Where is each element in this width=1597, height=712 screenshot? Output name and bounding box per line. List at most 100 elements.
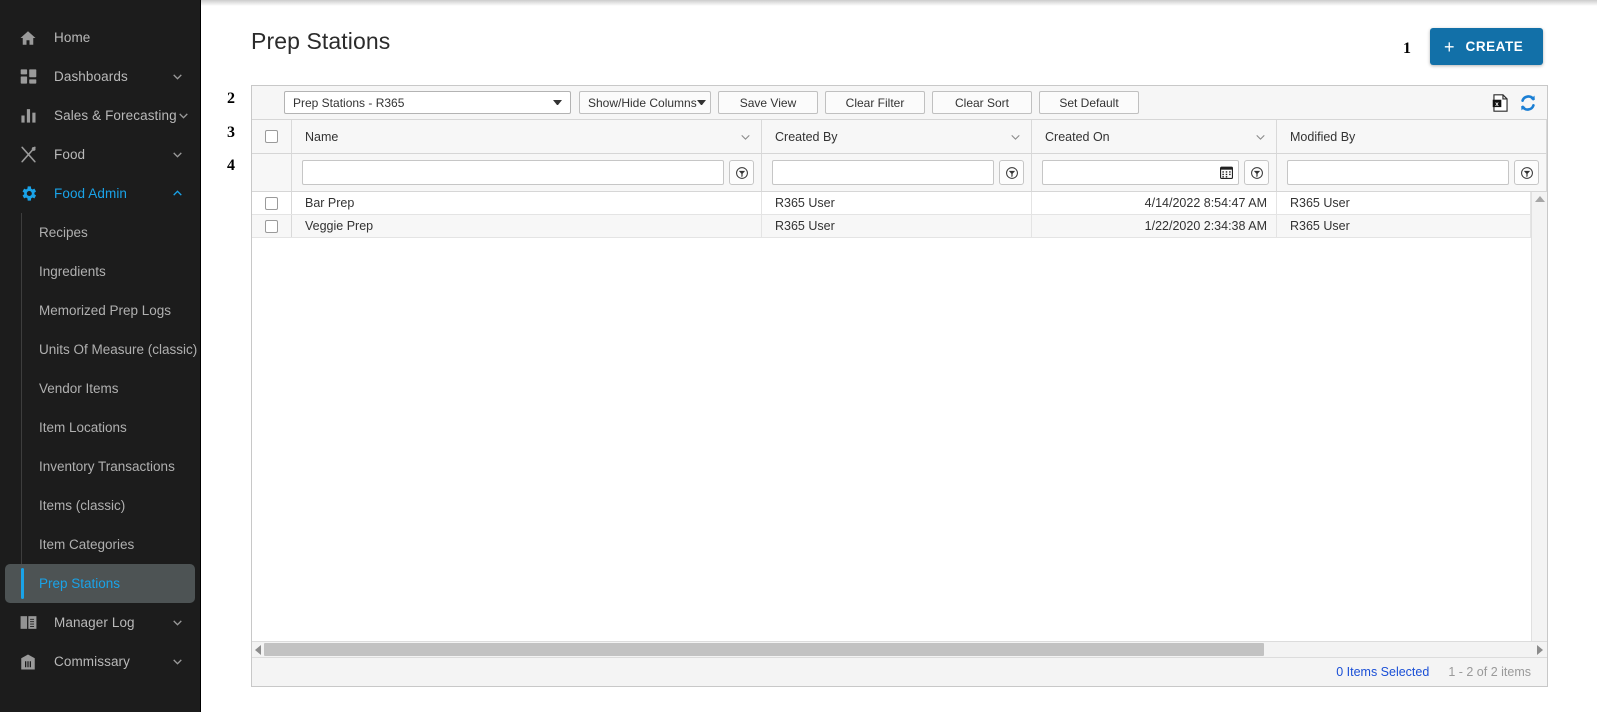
column-header-created-on[interactable]: Created On: [1032, 120, 1277, 153]
page-title: Prep Stations: [251, 28, 391, 54]
sidebar-subitem-label: Vendor Items: [39, 381, 119, 396]
excel-export-icon[interactable]: x: [1487, 90, 1513, 116]
sidebar-item-label: Dashboards: [54, 69, 128, 84]
home-icon: [17, 27, 39, 49]
main-content: Prep Stations 1 + CREATE 2 3 4 Prep Stat…: [201, 0, 1597, 712]
clear-sort-button[interactable]: Clear Sort: [932, 91, 1032, 114]
table-row[interactable]: Veggie Prep R365 User 1/22/2020 2:34:38 …: [252, 215, 1531, 238]
view-select-dropdown[interactable]: Prep Stations - R365: [284, 91, 571, 114]
sidebar-item-label: Home: [54, 30, 91, 45]
table-row[interactable]: Bar Prep R365 User 4/14/2022 8:54:47 AM …: [252, 192, 1531, 215]
filter-options-button[interactable]: [999, 160, 1024, 185]
sidebar-subitem-label: Units Of Measure (classic): [39, 342, 198, 357]
sidebar-subitem-label: Item Categories: [39, 537, 135, 552]
chevron-down-icon[interactable]: [170, 616, 184, 630]
sidebar-item-home[interactable]: Home: [0, 18, 200, 57]
chevron-down-icon[interactable]: [1009, 130, 1022, 143]
sidebar-item-food-admin[interactable]: Food Admin: [0, 174, 200, 213]
gear-icon: [17, 183, 39, 205]
chevron-down-icon[interactable]: [739, 130, 752, 143]
refresh-icon[interactable]: [1515, 90, 1541, 116]
sidebar-item-sales-forecasting[interactable]: Sales & Forecasting: [0, 96, 200, 135]
sidebar-item-items-classic[interactable]: Items (classic): [5, 486, 195, 525]
row-checkbox[interactable]: [265, 219, 278, 233]
sidebar-item-ingredients[interactable]: Ingredients: [5, 252, 195, 291]
clear-filter-button[interactable]: Clear Filter: [825, 91, 925, 114]
sidebar-item-manager-log[interactable]: Manager Log: [0, 603, 200, 642]
select-all-checkbox[interactable]: [265, 130, 278, 143]
sidebar-item-recipes[interactable]: Recipes: [5, 213, 195, 252]
sidebar-item-item-locations[interactable]: Item Locations: [5, 408, 195, 447]
sidebar-item-memorized-prep-logs[interactable]: Memorized Prep Logs: [5, 291, 195, 330]
chevron-down-icon[interactable]: [170, 70, 184, 84]
column-header-name[interactable]: Name: [292, 120, 762, 153]
column-header-label: Name: [305, 129, 339, 144]
sidebar-item-item-categories[interactable]: Item Categories: [5, 525, 195, 564]
save-view-button[interactable]: Save View: [718, 91, 818, 114]
scroll-right-arrow-icon[interactable]: [1537, 644, 1543, 655]
horizontal-scroll-thumb[interactable]: [264, 643, 1264, 656]
sidebar-item-vendor-items[interactable]: Vendor Items: [5, 369, 195, 408]
create-button-label: CREATE: [1465, 39, 1524, 54]
create-button[interactable]: + CREATE: [1430, 28, 1544, 65]
sidebar-item-inventory-transactions[interactable]: Inventory Transactions: [5, 447, 195, 486]
column-header-modified-by[interactable]: Modified By: [1277, 120, 1547, 153]
sidebar-item-dashboards[interactable]: Dashboards: [0, 57, 200, 96]
grid-footer: 0 Items Selected 1 - 2 of 2 items: [252, 657, 1547, 686]
grid-toolbar: Prep Stations - R365 Show/Hide Columns S…: [252, 86, 1547, 120]
filter-cell-created-by: [762, 154, 1032, 191]
row-checkbox[interactable]: [265, 196, 278, 210]
view-select-value: Prep Stations - R365: [293, 95, 405, 110]
clear-filter-label: Clear Filter: [845, 95, 905, 110]
sidebar-subitem-label: Ingredients: [39, 264, 106, 279]
grid-rows: Bar Prep R365 User 4/14/2022 8:54:47 AM …: [252, 192, 1531, 641]
sidebar-item-food[interactable]: Food: [0, 135, 200, 174]
filter-options-button[interactable]: [1244, 160, 1269, 185]
items-selected-label[interactable]: 0 Items Selected: [1336, 665, 1429, 679]
set-default-button[interactable]: Set Default: [1039, 91, 1139, 114]
cell-created-by: R365 User: [762, 215, 1032, 237]
set-default-label: Set Default: [1059, 95, 1119, 110]
filter-options-button[interactable]: [729, 160, 754, 185]
sidebar-item-prep-stations[interactable]: Prep Stations: [5, 564, 195, 603]
items-range-label: 1 - 2 of 2 items: [1448, 665, 1531, 679]
calendar-icon[interactable]: [1218, 164, 1235, 181]
filter-input-created-on[interactable]: [1042, 160, 1239, 185]
sidebar-item-commissary[interactable]: Commissary: [0, 642, 200, 681]
vertical-scrollbar[interactable]: [1531, 192, 1547, 641]
show-hide-columns-button[interactable]: Show/Hide Columns: [579, 91, 711, 114]
chevron-up-icon[interactable]: [170, 187, 184, 201]
sidebar-item-units-of-measure[interactable]: Units Of Measure (classic): [5, 330, 198, 369]
chevron-down-icon[interactable]: [1254, 130, 1267, 143]
scroll-left-arrow-icon[interactable]: [255, 644, 261, 655]
sidebar-item-label: Food Admin: [54, 186, 128, 201]
column-header-created-by[interactable]: Created By: [762, 120, 1032, 153]
sidebar-item-label: Sales & Forecasting: [54, 108, 177, 123]
filter-input-name[interactable]: [302, 160, 724, 185]
filter-input-created-by[interactable]: [772, 160, 994, 185]
filter-options-button[interactable]: [1514, 160, 1539, 185]
filter-cell-modified-by: [1277, 154, 1547, 191]
chevron-down-icon[interactable]: [177, 109, 191, 123]
save-view-label: Save View: [739, 95, 797, 110]
data-grid: Prep Stations - R365 Show/Hide Columns S…: [251, 85, 1548, 687]
sidebar-item-label: Food: [54, 147, 86, 162]
annotation-4: 4: [227, 157, 235, 174]
chevron-down-icon[interactable]: [170, 148, 184, 162]
page-header: Prep Stations 1 + CREATE: [251, 26, 1597, 70]
cell-created-by: R365 User: [762, 192, 1032, 214]
chevron-down-icon[interactable]: [170, 655, 184, 669]
show-hide-columns-label: Show/Hide Columns: [588, 95, 697, 110]
bar-chart-icon: [17, 105, 39, 127]
top-shadow: [201, 0, 1597, 6]
grid-body: Bar Prep R365 User 4/14/2022 8:54:47 AM …: [252, 192, 1547, 641]
annotation-1: 1: [1403, 40, 1411, 57]
row-select-cell: [252, 215, 292, 237]
cell-created-on: 4/14/2022 8:54:47 AM: [1032, 192, 1277, 214]
filter-input-modified-by[interactable]: [1287, 160, 1509, 185]
building-icon: [17, 651, 39, 673]
scroll-up-arrow-icon[interactable]: [1534, 196, 1545, 202]
cell-created-on: 1/22/2020 2:34:38 AM: [1032, 215, 1277, 237]
cell-modified-by: R365 User: [1277, 215, 1531, 237]
horizontal-scrollbar[interactable]: [252, 641, 1547, 657]
